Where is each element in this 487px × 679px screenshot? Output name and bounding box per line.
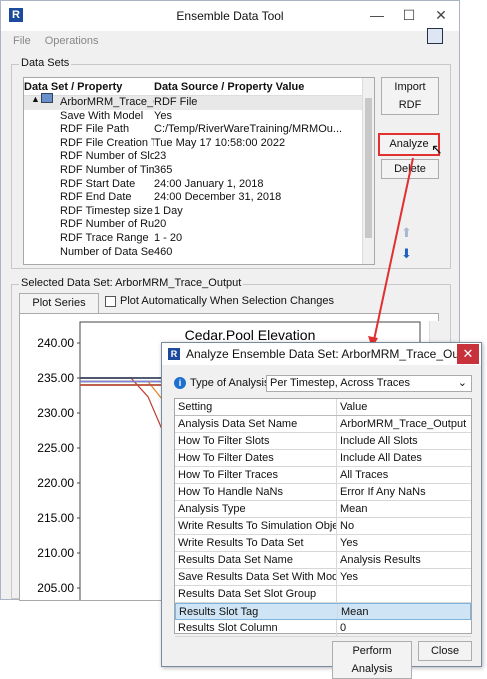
setting-name: How To Handle NaNs — [175, 484, 337, 500]
settings-header: Setting Value — [175, 399, 471, 416]
setting-value: No — [340, 520, 355, 532]
analysis-type-select[interactable]: Per Timestep, Across Traces ⌄ — [266, 375, 472, 392]
setting-name: How To Filter Dates — [175, 450, 337, 466]
setting-name: Write Results To Simulation Objects — [175, 518, 337, 534]
settings-rows: Analysis Data Set Name ArborMRM_Trace_Out… — [175, 416, 471, 637]
setting-value: Include All Slots — [340, 435, 418, 447]
setting-value: Error If Any NaNs — [340, 486, 426, 498]
settings-table: Setting Value Analysis Data Set Name Arbo… — [174, 398, 472, 637]
setting-name: Analysis Data Set Name — [175, 416, 337, 432]
settings-row[interactable]: Analysis Type Mean — [175, 501, 471, 518]
settings-col-value[interactable]: Value — [337, 399, 367, 415]
settings-row[interactable]: How To Filter Dates Include All Dates — [175, 450, 471, 467]
settings-row[interactable]: Results Slot Column 0 — [175, 620, 471, 637]
info-icon: i — [174, 377, 186, 389]
setting-name: Save Results Data Set With Model — [175, 569, 337, 585]
settings-row[interactable]: Results Data Set Slot Group — [175, 586, 471, 603]
settings-row[interactable]: Save Results Data Set With Model Yes — [175, 569, 471, 586]
setting-value — [337, 586, 340, 602]
settings-row[interactable]: How To Filter Traces All Traces — [175, 467, 471, 484]
analyze-dialog: R Analyze Ensemble Data Set: ArborMRM_Tr… — [161, 342, 482, 679]
setting-value: All Traces — [340, 469, 389, 481]
settings-row[interactable]: Analysis Data Set Name ArborMRM_Trace_Out… — [175, 416, 471, 433]
analysis-type-label: Type of Analysis — [190, 377, 270, 389]
setting-value: Yes — [340, 571, 358, 583]
setting-value: Include All Dates — [340, 452, 422, 464]
setting-name: Write Results To Data Set — [175, 535, 337, 551]
setting-name: Results Data Set Slot Group — [175, 586, 337, 602]
setting-name: How To Filter Slots — [175, 433, 337, 449]
setting-value: Mean — [341, 606, 369, 618]
dialog-titlebar: R Analyze Ensemble Data Set: ArborMRM_Tr… — [162, 343, 481, 365]
setting-value: Mean — [340, 503, 368, 515]
dialog-close-button[interactable]: Close — [418, 641, 472, 661]
setting-value: ArborMRM_Trace_Output — [340, 418, 467, 430]
settings-row[interactable]: Results Data Set Name Analysis Results — [175, 552, 471, 569]
settings-row[interactable]: Write Results To Simulation Objects No — [175, 518, 471, 535]
settings-row[interactable]: How To Filter Slots Include All Slots — [175, 433, 471, 450]
setting-name: Results Slot Column — [175, 620, 337, 636]
callout-arrow-line — [373, 157, 414, 341]
settings-row[interactable]: How To Handle NaNs Error If Any NaNs — [175, 484, 471, 501]
setting-name: Results Data Set Name — [175, 552, 337, 568]
dialog-logo-icon: R — [168, 348, 180, 360]
setting-value: Yes — [340, 537, 358, 549]
chevron-down-icon[interactable]: ⌄ — [458, 376, 467, 391]
perform-analysis-button[interactable]: Perform Analysis — [332, 641, 412, 679]
analysis-type-value: Per Timestep, Across Traces — [270, 377, 410, 389]
setting-value: Analysis Results — [340, 554, 421, 566]
setting-value: 0 — [340, 622, 347, 634]
dialog-title: Analyze Ensemble Data Set: ArborMRM_Trac… — [186, 347, 480, 361]
settings-row[interactable]: Write Results To Data Set Yes — [175, 535, 471, 552]
dialog-close-icon[interactable]: ✕ — [457, 344, 479, 364]
settings-col-setting[interactable]: Setting — [175, 399, 337, 415]
setting-name: How To Filter Traces — [175, 467, 337, 483]
setting-name: Analysis Type — [175, 501, 337, 517]
setting-name: Results Slot Tag — [176, 604, 338, 619]
settings-row[interactable]: Results Slot Tag Mean — [175, 603, 471, 620]
